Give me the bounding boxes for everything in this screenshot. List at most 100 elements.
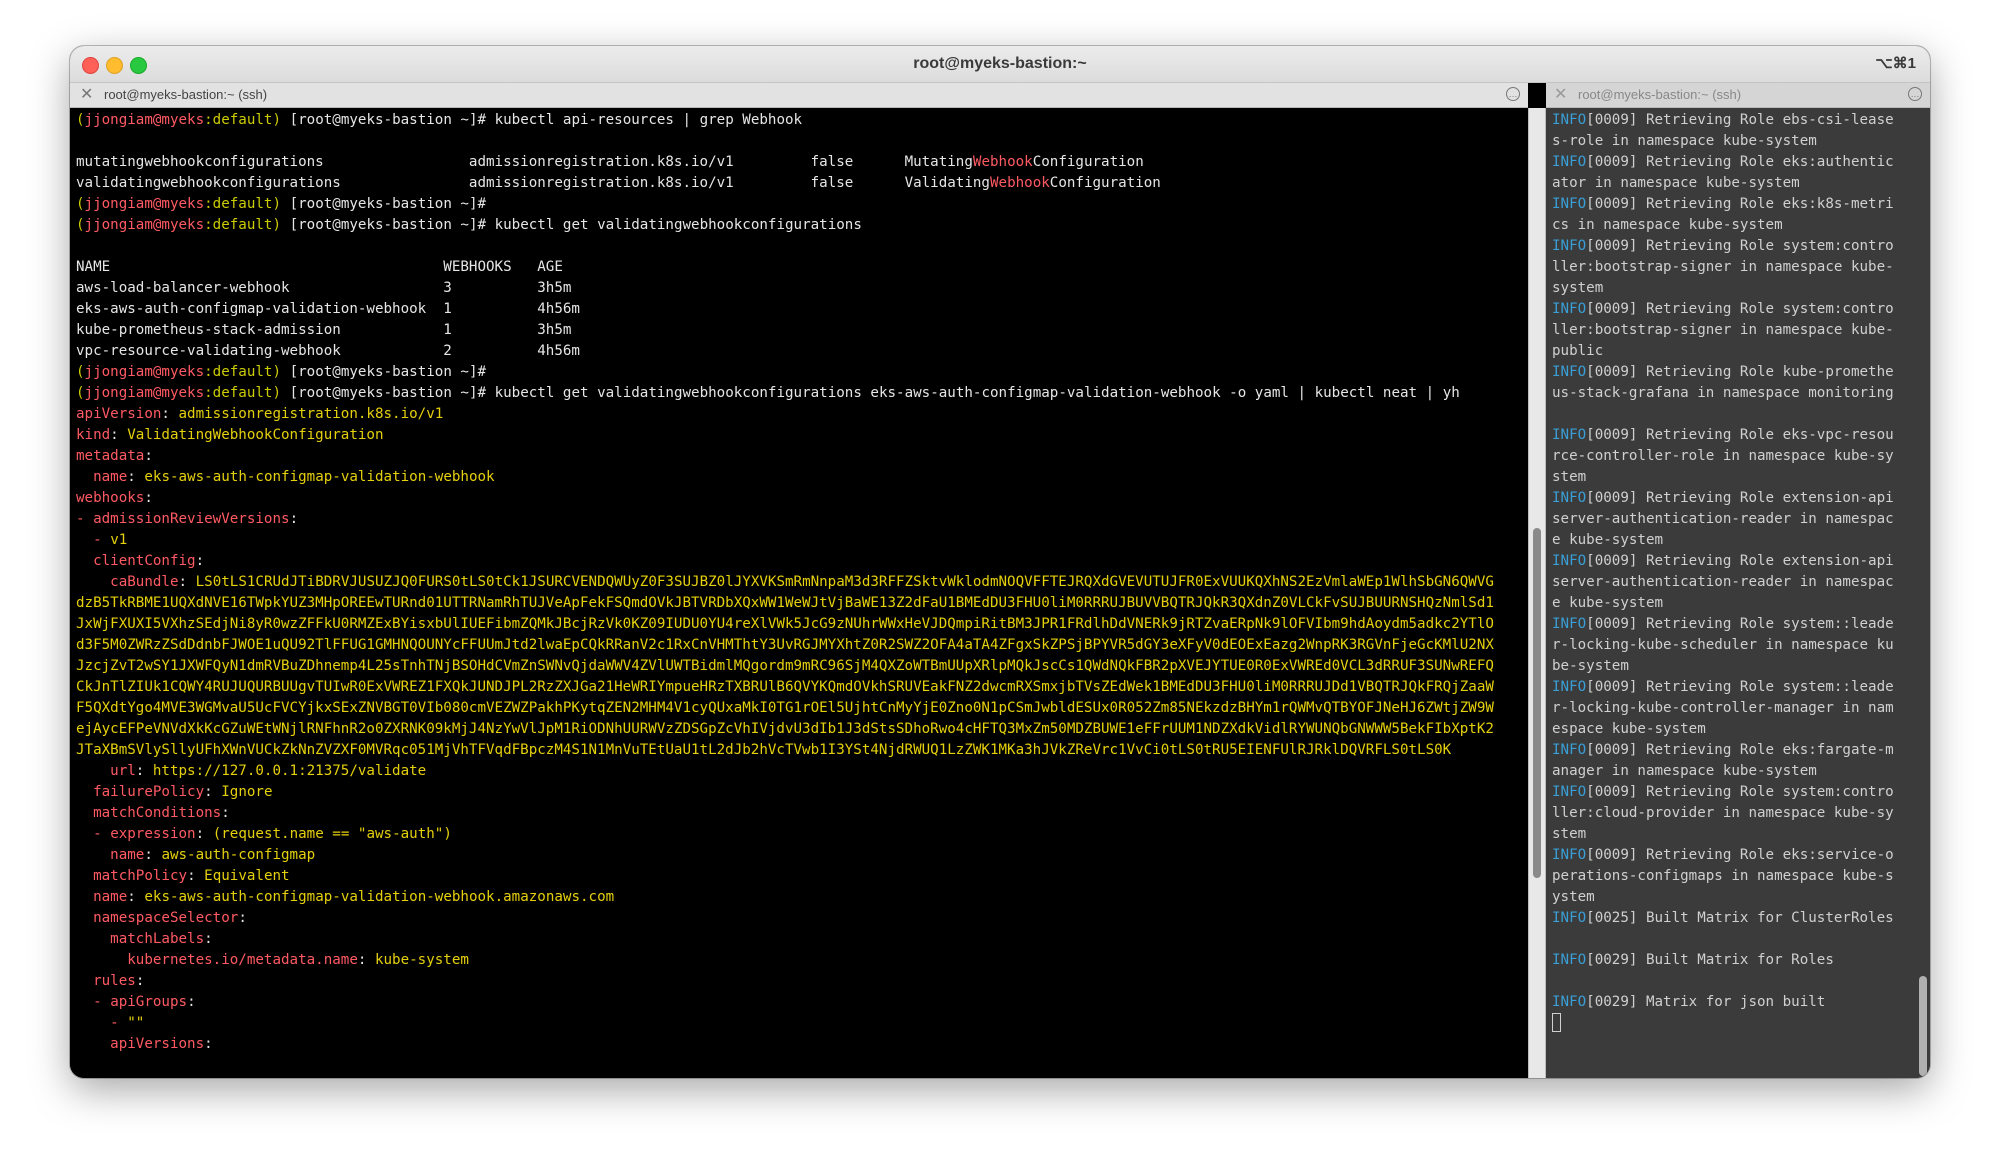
close-icon[interactable]: ✕ xyxy=(1554,85,1567,105)
yaml-value: JxWjFXUXI5VXhzSEdjNi8yR0wzZFFkU0RMZExBYi… xyxy=(76,616,1494,632)
log-text: [0009] Retrieving Role system::leade xyxy=(1586,679,1894,695)
yaml-colon: : xyxy=(357,952,375,968)
log-line: ller:bootstrap-signer in namespace kube- xyxy=(1552,320,1914,341)
log-text: [0009] Retrieving Role extension-api xyxy=(1586,553,1894,569)
log-line: server-authentication-reader in namespac xyxy=(1552,572,1914,593)
close-icon[interactable]: ✕ xyxy=(80,85,93,105)
log-text: [0009] Retrieving Role system:contro xyxy=(1586,238,1894,254)
log-text: [0009] Retrieving Role eks:authentic xyxy=(1586,154,1894,170)
yaml-dash: - xyxy=(93,826,111,842)
prompt-paren: ) xyxy=(272,364,282,380)
resource-name: mutatingwebhookconfigurations xyxy=(76,154,469,170)
prompt-context: :default xyxy=(204,385,273,401)
scrollbar-thumb[interactable] xyxy=(1919,976,1927,1076)
grep-match: Webhook xyxy=(972,154,1033,170)
resource-name: validatingwebhookconfigurations xyxy=(76,175,469,191)
log-text: [0009] Retrieving Role eks-vpc-resou xyxy=(1586,427,1894,443)
pane-scrollbar[interactable] xyxy=(1528,108,1546,1078)
log-text: [0009] Retrieving Role extension-api xyxy=(1586,490,1894,506)
log-level: INFO xyxy=(1552,784,1587,800)
terminal-pane-right[interactable]: INFO[0009] Retrieving Role ebs-csi-lease… xyxy=(1546,108,1930,1078)
log-text: espace kube-system xyxy=(1552,721,1706,737)
log-text: [0009] Retrieving Role system:contro xyxy=(1586,301,1894,317)
webhook-age: 3h5m xyxy=(537,322,572,338)
log-text: perations-configmaps in namespace kube-s xyxy=(1552,868,1894,884)
yaml-line: kind: ValidatingWebhookConfiguration xyxy=(76,425,1522,446)
log-text: server-authentication-reader in namespac xyxy=(1552,574,1894,590)
terminal-pane-left[interactable]: (jjongiam@myeks:default) [root@myeks-bas… xyxy=(70,108,1528,1078)
yaml-value: ValidatingWebhookConfiguration xyxy=(127,427,384,443)
log-text: e kube-system xyxy=(1552,595,1664,611)
tab-title: root@myeks-bastion:~ (ssh) xyxy=(104,87,268,102)
log-line: INFO[0029] Matrix for json built xyxy=(1552,992,1914,1013)
log-level: INFO xyxy=(1552,490,1587,506)
log-level: INFO xyxy=(1552,364,1587,380)
cursor-block xyxy=(1552,1013,1561,1032)
yaml-dash: - xyxy=(110,1015,128,1031)
prompt-paren: ( xyxy=(76,112,85,128)
log-text: [0009] Retrieving Role ebs-csi-lease xyxy=(1586,112,1894,128)
prompt-context: :default xyxy=(204,112,273,128)
table-header: NAME WEBHOOKS AGE xyxy=(76,257,1522,278)
yaml-dash: - xyxy=(76,511,94,527)
yaml-value: Equivalent xyxy=(204,868,290,884)
yaml-key: webhooks xyxy=(76,490,145,506)
resource-group: admissionregistration.k8s.io/v1 xyxy=(468,154,811,170)
webhook-name: vpc-resource-validating-webhook xyxy=(76,343,444,359)
more-icon[interactable]: … xyxy=(1908,87,1922,101)
scrollbar-thumb[interactable] xyxy=(1533,528,1541,878)
webhook-name: kube-prometheus-stack-admission xyxy=(76,322,444,338)
yaml-colon: : xyxy=(127,469,145,485)
prompt-context: :default xyxy=(204,217,273,233)
log-text: be-system xyxy=(1552,658,1629,674)
log-line: ller:bootstrap-signer in namespace kube- xyxy=(1552,257,1914,278)
log-line: s-role in namespace kube-system xyxy=(1552,131,1914,152)
yaml-value: d3F5M0ZWRzZSdDdnbFJWOE1uQU92TlFFUG1GMHNQ… xyxy=(76,637,1494,653)
log-line: perations-configmaps in namespace kube-s xyxy=(1552,866,1914,887)
log-line: be-system xyxy=(1552,656,1914,677)
log-line: anager in namespace kube-system xyxy=(1552,761,1914,782)
more-icon[interactable]: … xyxy=(1506,87,1520,101)
yaml-line: JxWjFXUXI5VXhzSEdjNi8yR0wzZFFkU0RMZExBYi… xyxy=(76,614,1522,635)
yaml-key: namespaceSelector xyxy=(93,910,239,926)
yaml-value: eks-aws-auth-configmap-validation-webhoo… xyxy=(144,889,615,905)
table-row: kube-prometheus-stack-admission 1 3h5m xyxy=(76,320,1522,341)
log-text: anager in namespace kube-system xyxy=(1552,763,1817,779)
command-text: kubectl api-resources | grep Webhook xyxy=(494,112,803,128)
log-line: INFO[0009] Retrieving Role eks:k8s-metri xyxy=(1552,194,1914,215)
prompt-host: [root@myeks-bastion ~]# xyxy=(281,385,495,401)
tab-left-session[interactable]: ✕ root@myeks-bastion:~ (ssh) … xyxy=(70,83,1528,108)
yaml-value: CkJnTlZIUk1CQWY4RUJUQURBUUgvTUIwR0ExVWRE… xyxy=(76,679,1494,695)
resource-kind: Mutating xyxy=(904,154,973,170)
prompt-user: jjongiam@myeks xyxy=(84,112,205,128)
prompt-paren: ) xyxy=(272,196,282,212)
log-text: s-role in namespace kube-system xyxy=(1552,133,1817,149)
webhook-count: 2 xyxy=(443,343,538,359)
log-line: INFO[0009] Retrieving Role eks:fargate-m xyxy=(1552,740,1914,761)
log-text: stem xyxy=(1552,826,1587,842)
yaml-colon: : xyxy=(204,931,213,947)
yaml-key: name xyxy=(93,889,128,905)
yaml-key: apiVersion xyxy=(76,406,162,422)
log-text: us-stack-grafana in namespace monitoring xyxy=(1552,385,1894,401)
yaml-key: clientConfig xyxy=(93,553,196,569)
log-line: INFO[0009] Retrieving Role system::leade xyxy=(1552,677,1914,698)
log-level: INFO xyxy=(1552,301,1587,317)
log-text: system xyxy=(1552,280,1604,296)
yaml-value: LS0tLS1CRUdJTiBDRVJUSUZJQ0FURS0tLS0tCk1J… xyxy=(195,574,1494,590)
log-line: stem xyxy=(1552,824,1914,845)
yaml-line: rules: xyxy=(76,971,1522,992)
yaml-line: - apiGroups: xyxy=(76,992,1522,1013)
log-level: INFO xyxy=(1552,112,1587,128)
yaml-key: kubernetes.io/metadata.name xyxy=(127,952,358,968)
log-line: INFO[0009] Retrieving Role kube-promethe xyxy=(1552,362,1914,383)
log-line: INFO[0009] Retrieving Role system:contro xyxy=(1552,299,1914,320)
tab-right-session[interactable]: ✕ root@myeks-bastion:~ (ssh) … xyxy=(1546,83,1930,108)
table-row: eks-aws-auth-configmap-validation-webhoo… xyxy=(76,299,1522,320)
yaml-key: matchLabels xyxy=(110,931,205,947)
prompt-context: :default xyxy=(204,196,273,212)
